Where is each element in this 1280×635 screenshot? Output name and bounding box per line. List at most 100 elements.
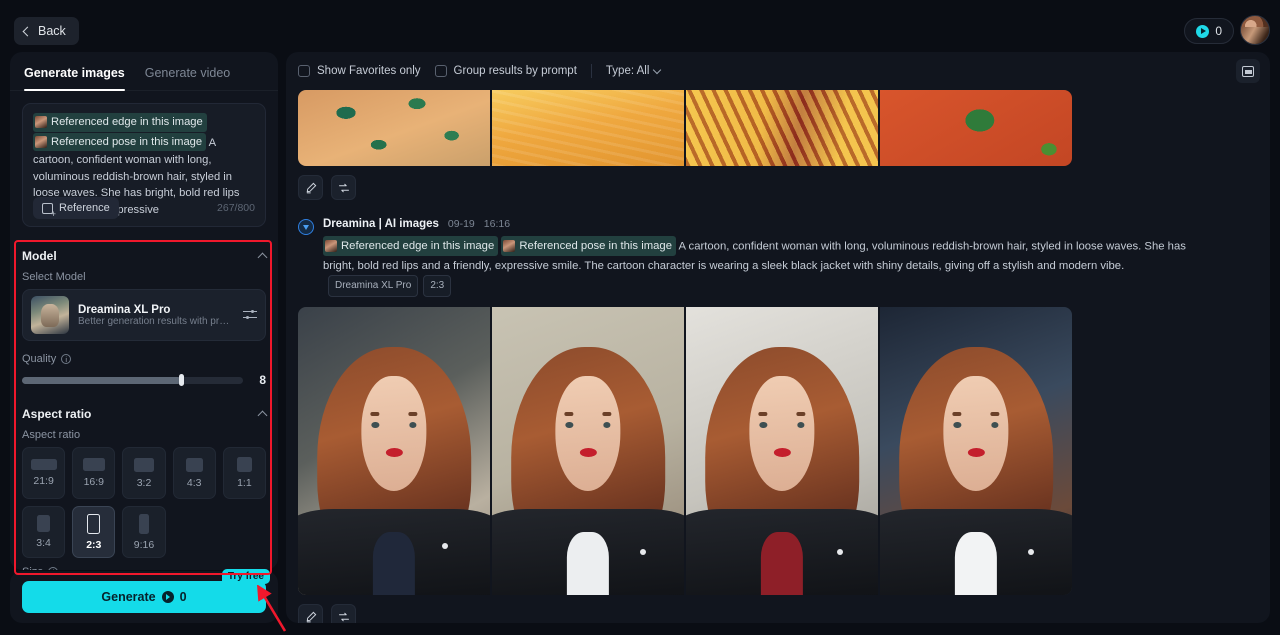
layout-toggle-button[interactable]: [1236, 59, 1260, 83]
info-icon[interactable]: i: [48, 567, 59, 570]
back-button[interactable]: Back: [14, 17, 79, 45]
aspect-ratio-section-title: Aspect ratio: [22, 407, 92, 421]
tab-generate-video[interactable]: Generate video: [145, 66, 230, 90]
portrait-face: [943, 376, 1009, 492]
tab-generate-images[interactable]: Generate images: [24, 66, 125, 91]
model-settings-icon[interactable]: [243, 308, 257, 322]
credits-value: 0: [1215, 24, 1222, 38]
edit-button[interactable]: [298, 175, 323, 200]
layout-icon: [1242, 65, 1254, 77]
chevron-up-icon[interactable]: [257, 410, 268, 421]
type-filter-dropdown[interactable]: Type: All: [606, 65, 662, 77]
aspect-ratio-option-label: 16:9: [83, 476, 104, 488]
aspect-ratio-option-21-9[interactable]: 21:9: [22, 447, 66, 499]
reference-thumbnail-icon: [325, 240, 337, 252]
aspect-ratio-option-label: 3:2: [136, 476, 152, 489]
portrait-face: [361, 376, 427, 492]
show-favorites-only-label: Show Favorites only: [317, 65, 421, 77]
aspect-ratio-option-4-3[interactable]: 4:3: [172, 447, 216, 499]
chevron-up-icon[interactable]: [257, 252, 268, 263]
edit-button[interactable]: [298, 604, 323, 623]
reference-thumbnail-icon: [35, 135, 47, 148]
reference-chip-edge[interactable]: Referenced edge in this image: [323, 236, 499, 256]
model-name: Dreamina XL Pro: [78, 303, 171, 316]
info-icon[interactable]: i: [61, 354, 72, 364]
aspect-ratio-shape-icon: [30, 459, 57, 470]
reference-chip-edge[interactable]: Referenced edge in this image: [33, 113, 207, 132]
model-card-dreamina-xl-pro[interactable]: Dreamina XL Pro Better generation result…: [22, 289, 266, 341]
aspect-ratio-section: Aspect ratio Aspect ratio 21:9 16:9 3:2 4:3…: [10, 399, 278, 570]
aspect-ratio-section-header[interactable]: Aspect ratio: [10, 399, 278, 429]
toolbar-divider: [590, 64, 592, 78]
model-section-title: Model: [22, 249, 57, 263]
chevron-left-icon: [22, 26, 33, 36]
result-image-portrait-red-blouse[interactable]: [686, 307, 878, 595]
result-image-desert-shrubs[interactable]: [298, 90, 490, 166]
quality-slider-knob[interactable]: [178, 374, 184, 386]
portrait-face: [555, 376, 621, 492]
checkbox-icon: [434, 65, 447, 77]
aspect-ratio-option-9-16[interactable]: 9:16: [122, 506, 166, 558]
aspect-ratio-option-16-9[interactable]: 16:9: [72, 447, 116, 499]
prompt-input-box[interactable]: Referenced edge in this image Referenced…: [22, 103, 266, 227]
size-label-text: Size: [22, 566, 43, 570]
generate-button[interactable]: Generate 0 Try free: [22, 569, 270, 613]
results-toolbar: Show Favorites only Group results by pro…: [286, 52, 1270, 90]
generate-bar: Generate 0 Try free: [10, 569, 278, 623]
aspect-ratio-option-label: 4:3: [186, 476, 202, 489]
portrait-top: [372, 531, 416, 595]
coin-icon: [161, 591, 174, 603]
aspect-ratio-option-2-3[interactable]: 2:3: [72, 506, 116, 558]
regenerate-button[interactable]: [331, 175, 356, 200]
try-free-badge: Try free: [221, 569, 270, 584]
regenerate-button[interactable]: [331, 604, 356, 623]
reference-thumbnail-icon: [35, 116, 47, 129]
reference-chip-pose[interactable]: Referenced pose in this image: [33, 132, 207, 152]
result-image-golden-waves[interactable]: [686, 90, 878, 166]
result-image-portrait-white-tee[interactable]: [492, 307, 684, 595]
result-model-tag: Dreamina XL Pro: [328, 275, 419, 297]
aspect-ratio-option-3-4[interactable]: 3:4: [22, 506, 66, 558]
aspect-ratio-option-3-2[interactable]: 3:2: [122, 447, 166, 499]
model-section-header[interactable]: Model: [10, 241, 278, 271]
app-logo-icon: [298, 219, 314, 235]
result-image-portrait-navy-top[interactable]: [298, 307, 490, 595]
model-section: Model Select Model Dreamina XL Pro Bette…: [10, 241, 278, 341]
result-grid-desert: [298, 90, 1072, 166]
quality-slider-track[interactable]: [22, 374, 243, 386]
avatar[interactable]: [1240, 15, 1270, 45]
group-results-by-prompt-checkbox[interactable]: Group results by prompt: [434, 65, 577, 77]
back-button-label: Back: [38, 24, 66, 38]
model-thumbnail: [31, 296, 69, 334]
regenerate-icon: [338, 183, 349, 192]
tab-generate-images-label: Generate images: [24, 66, 125, 80]
result-actions-desert: [298, 175, 1258, 200]
aspect-ratio-option-label: 2:3: [86, 538, 102, 551]
generate-button-label: Generate: [101, 590, 156, 604]
result-image-sand-dune[interactable]: [492, 90, 684, 166]
reference-chip-pose[interactable]: Referenced pose in this image: [501, 236, 676, 256]
portrait-face: [749, 376, 815, 492]
reference-button-label: Reference: [59, 202, 110, 214]
generate-cost: 0: [179, 590, 187, 604]
aspect-ratio-option-label: 21:9: [33, 475, 54, 487]
panel-tabs: Generate images Generate video: [10, 52, 278, 91]
portrait-top: [760, 531, 804, 595]
result-actions-portraits: [298, 604, 1258, 623]
aspect-ratio-shape-icon: [185, 457, 203, 472]
aspect-ratio-option-label: 3:4: [36, 537, 51, 549]
aspect-ratio-option-1-1[interactable]: 1:1: [222, 447, 266, 499]
show-favorites-only-checkbox[interactable]: Show Favorites only: [298, 65, 421, 77]
group-results-by-prompt-label: Group results by prompt: [453, 65, 577, 77]
quality-section: Quality i 8: [10, 353, 278, 387]
credits-badge[interactable]: 0: [1184, 18, 1234, 44]
prompt-footer: Reference 267/800: [33, 197, 255, 219]
reference-button[interactable]: Reference: [33, 197, 119, 219]
result-image-agave-plant[interactable]: [880, 90, 1072, 166]
quality-value: 8: [259, 373, 266, 387]
results-feed: Dreamina | AI images 09-19 16:16 Referen…: [286, 90, 1270, 623]
result-image-portrait-night-street[interactable]: [880, 307, 1072, 595]
tab-generate-video-label: Generate video: [144, 66, 231, 80]
reference-chip-edge-label: Referenced edge in this image: [51, 116, 203, 128]
add-reference-icon: [42, 202, 56, 219]
